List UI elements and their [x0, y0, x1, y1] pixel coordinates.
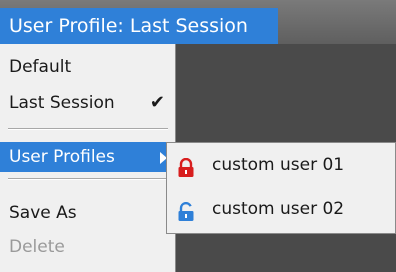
submenu-item-custom-user-01[interactable]: custom user 01 [167, 147, 395, 183]
menu-item-last-session[interactable]: Last Session ✔ [0, 88, 175, 118]
checkmark-icon: ✔ [149, 92, 165, 113]
profile-menu: Default Last Session ✔ User Profiles Sav… [0, 44, 176, 272]
menu-item-delete: Delete [9, 237, 65, 257]
menu-item-user-profiles[interactable]: User Profiles [0, 142, 175, 172]
user-profiles-submenu: custom user 01 custom user 02 [166, 142, 396, 234]
lock-closed-icon [177, 155, 195, 177]
lock-open-icon [177, 199, 195, 221]
app-window: User Profile: Last Session Default Last … [0, 0, 396, 272]
menu-item-default[interactable]: Default [0, 52, 175, 82]
menu-item-label: User Profiles [9, 147, 115, 167]
menu-item-label: Last Session [9, 93, 115, 113]
menu-separator [8, 178, 168, 180]
menu-item-save-as[interactable]: Save As [0, 198, 175, 228]
profile-menu-header[interactable]: User Profile: Last Session [0, 8, 278, 44]
menu-separator [8, 128, 168, 130]
submenu-item-custom-user-02[interactable]: custom user 02 [167, 191, 395, 227]
submenu-item-label: custom user 02 [212, 199, 345, 219]
submenu-item-label: custom user 01 [212, 155, 345, 175]
